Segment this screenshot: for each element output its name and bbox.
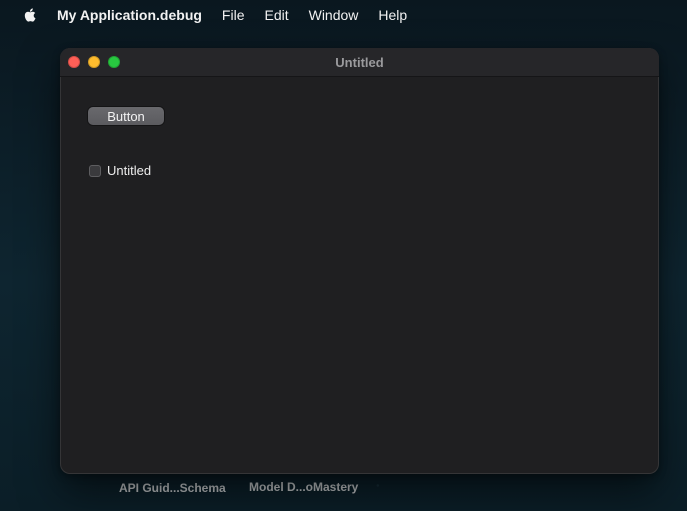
close-icon[interactable]	[68, 56, 80, 68]
minimize-icon[interactable]	[88, 56, 100, 68]
window-titlebar[interactable]: Untitled	[60, 48, 659, 77]
checkbox-box[interactable]	[89, 164, 101, 177]
window-title: Untitled	[335, 54, 384, 70]
menu-help[interactable]: Help	[368, 0, 417, 29]
window-content: Button Untitled	[60, 77, 659, 474]
primary-button[interactable]: Button	[88, 107, 164, 125]
menu-file[interactable]: File	[212, 0, 255, 29]
desktop-item-model-mastery[interactable]: Model D...oMastery	[249, 480, 358, 494]
window-controls	[68, 56, 120, 68]
app-window: Untitled Button Untitled	[60, 48, 659, 474]
menu-window[interactable]: Window	[299, 0, 369, 29]
menu-edit[interactable]: Edit	[254, 0, 298, 29]
checkbox-row[interactable]: Untitled	[89, 163, 151, 178]
zoom-icon[interactable]	[108, 56, 120, 68]
checkbox-label: Untitled	[107, 163, 152, 178]
menu-app-name[interactable]: My Application.debug	[50, 0, 212, 29]
menu-bar: My Application.debug File Edit Window He…	[0, 0, 687, 29]
apple-logo-icon[interactable]	[10, 7, 50, 23]
desktop-item-api-guide[interactable]: API Guid...Schema	[119, 481, 226, 495]
